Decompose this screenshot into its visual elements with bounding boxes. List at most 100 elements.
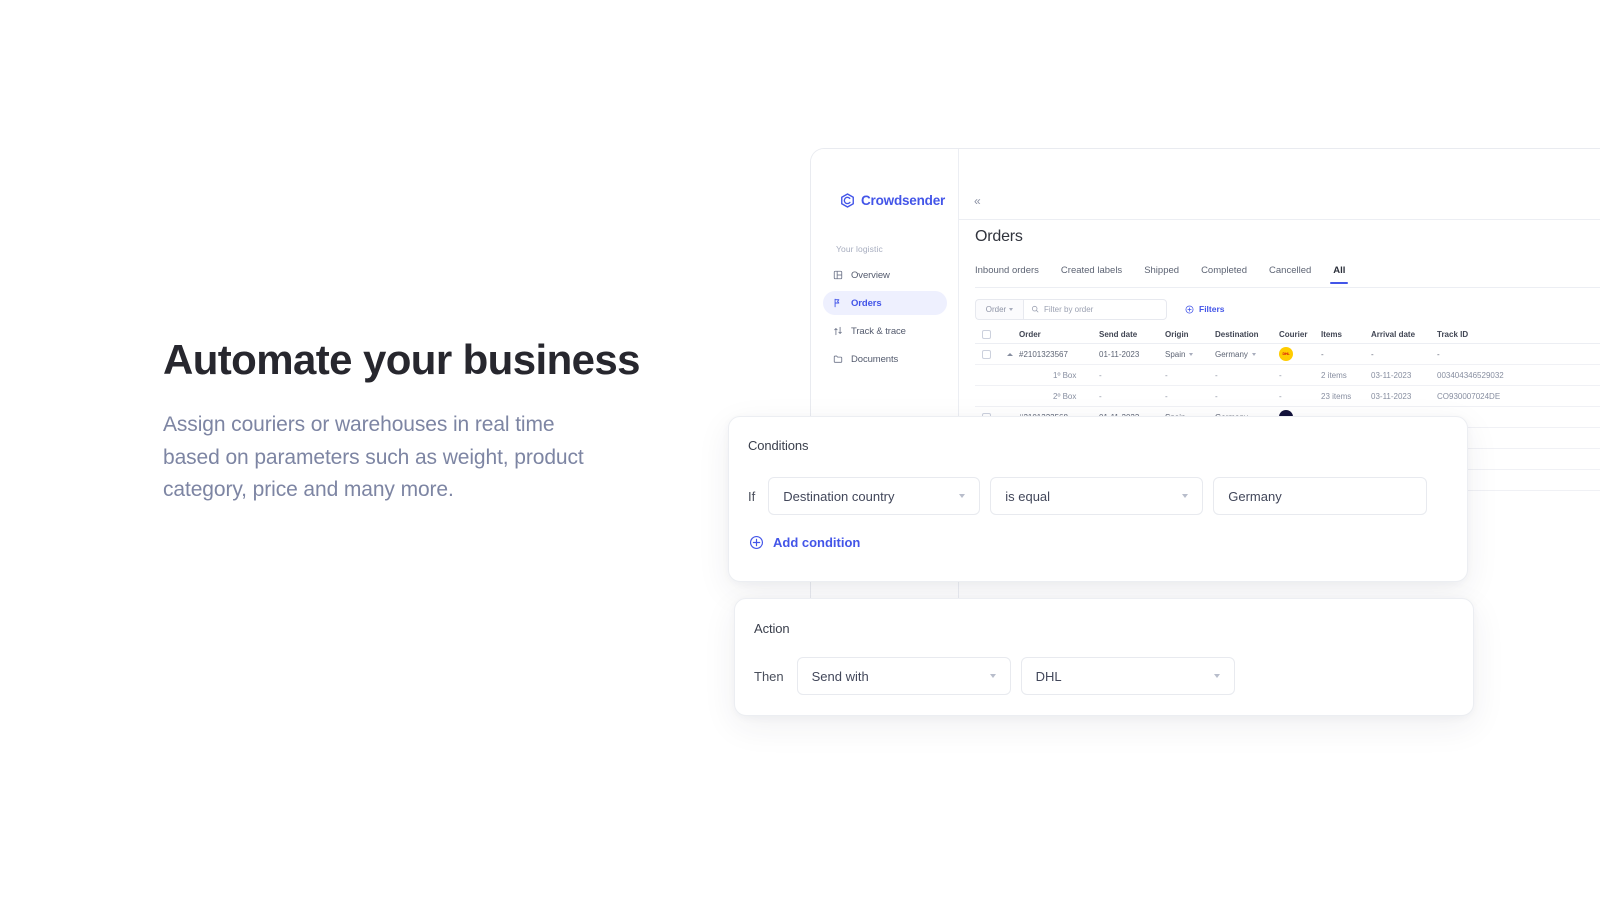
filters-button-label: Filters bbox=[1199, 304, 1225, 314]
plus-circle-icon bbox=[1185, 305, 1194, 313]
add-condition-button[interactable]: Add condition bbox=[749, 535, 860, 550]
row-checkbox[interactable] bbox=[982, 349, 991, 359]
chevron-down-icon bbox=[1009, 307, 1014, 311]
condition-row: If Destination country is equal Germany bbox=[748, 477, 1428, 515]
condition-operator-select[interactable]: is equal bbox=[990, 477, 1204, 515]
action-row: Then Send with DHL bbox=[754, 657, 1235, 695]
plus-circle-icon bbox=[749, 535, 764, 550]
tabs-divider bbox=[975, 287, 1600, 288]
search-icon bbox=[1031, 305, 1039, 313]
search-input[interactable]: Filter by order bbox=[1023, 298, 1167, 320]
column-header-track-id: Track ID bbox=[1437, 329, 1469, 339]
sidebar-item-label: Documents bbox=[851, 353, 899, 365]
select-all-checkbox-cell bbox=[975, 329, 1001, 339]
search-placeholder: Filter by order bbox=[1044, 304, 1094, 314]
order-type-select-label: Order bbox=[985, 304, 1007, 314]
action-panel: Action Then Send with DHL bbox=[734, 598, 1474, 716]
table-row[interactable]: 2º Box - - - - 23 items 03-11-2023 CO930… bbox=[975, 386, 1600, 407]
conditions-panel: Conditions If Destination country is equ… bbox=[728, 416, 1468, 582]
action-type-value: Send with bbox=[811, 668, 869, 684]
condition-value-input[interactable]: Germany bbox=[1213, 477, 1428, 515]
cell-courier: - bbox=[1279, 370, 1282, 380]
tab-cancelled[interactable]: Cancelled bbox=[1269, 265, 1311, 284]
column-header-items: Items bbox=[1321, 329, 1342, 339]
sidebar-heading: Your logistic bbox=[836, 244, 883, 254]
layout-dashboard-icon bbox=[833, 270, 843, 280]
header-divider bbox=[959, 219, 1600, 220]
cell-arrival-date: 03-11-2023 bbox=[1371, 370, 1412, 380]
select-all-checkbox[interactable] bbox=[982, 329, 991, 339]
chevron-up-icon[interactable] bbox=[1007, 352, 1013, 356]
cell-order: 1º Box bbox=[1053, 370, 1077, 380]
sidebar-item-label: Orders bbox=[851, 297, 882, 309]
cell-destination: - bbox=[1215, 370, 1218, 380]
action-carrier-select[interactable]: DHL bbox=[1020, 657, 1235, 695]
hero-copy: Automate your business Assign couriers o… bbox=[163, 336, 641, 507]
orders-filter-bar: Order Filter by order Filters bbox=[975, 298, 1600, 320]
sidebar-item-overview[interactable]: Overview bbox=[823, 263, 947, 287]
orders-page-title: Orders bbox=[975, 228, 1023, 245]
cell-origin[interactable]: Spain bbox=[1165, 350, 1215, 359]
tab-inbound-orders[interactable]: Inbound orders bbox=[975, 265, 1039, 284]
cell-arrival-date: - bbox=[1371, 349, 1374, 359]
column-header-order: Order bbox=[1019, 329, 1041, 339]
tab-all[interactable]: All bbox=[1330, 265, 1349, 284]
page-title: Automate your business bbox=[163, 336, 641, 383]
chevron-down-icon bbox=[1251, 352, 1256, 356]
table-row[interactable]: 1º Box - - - - 2 items 03-11-2023 003404… bbox=[975, 365, 1600, 386]
table-header-row: Order Send date Origin Destination Couri… bbox=[975, 325, 1600, 344]
cell-courier: - bbox=[1279, 391, 1282, 401]
filters-button[interactable]: Filters bbox=[1185, 304, 1225, 314]
order-type-select[interactable]: Order bbox=[975, 298, 1023, 320]
row-expand-cell bbox=[1001, 352, 1019, 356]
action-panel-heading: Action bbox=[754, 621, 790, 636]
condition-if-label: If bbox=[748, 488, 756, 504]
column-header-send-date: Send date bbox=[1099, 329, 1138, 339]
chevron-down-icon bbox=[989, 674, 996, 678]
cell-items: - bbox=[1321, 349, 1324, 359]
brand-logo[interactable]: Crowdsender bbox=[840, 193, 945, 208]
add-condition-label: Add condition bbox=[773, 535, 861, 550]
track-trace-icon bbox=[834, 326, 842, 336]
cell-items: 23 items bbox=[1321, 391, 1352, 401]
action-carrier-value: DHL bbox=[1035, 668, 1062, 684]
brand-name: Crowdsender bbox=[861, 193, 946, 208]
orders-tabs: Inbound orders Created labels Shipped Co… bbox=[975, 265, 1600, 287]
condition-value-text: Germany bbox=[1228, 488, 1282, 504]
cell-send-date: - bbox=[1099, 391, 1102, 401]
cell-destination: - bbox=[1215, 391, 1218, 401]
condition-attribute-select[interactable]: Destination country bbox=[768, 477, 981, 515]
action-then-label: Then bbox=[754, 668, 784, 684]
tab-shipped[interactable]: Shipped bbox=[1144, 265, 1179, 284]
cell-origin: - bbox=[1165, 370, 1168, 380]
cell-track-id: 003404346529032 bbox=[1437, 370, 1504, 380]
column-header-courier: Courier bbox=[1279, 329, 1308, 339]
cell-track-id: CO930007024DE bbox=[1437, 391, 1501, 401]
sidebar-item-orders[interactable]: Orders bbox=[823, 291, 947, 315]
cell-send-date: 01-11-2023 bbox=[1099, 349, 1140, 359]
hero-subtitle: Assign couriers or warehouses in real ti… bbox=[163, 413, 584, 502]
condition-attribute-value: Destination country bbox=[783, 488, 895, 504]
sidebar-item-label: Overview bbox=[851, 269, 890, 281]
sidebar-item-documents[interactable]: Documents bbox=[823, 347, 947, 371]
table-row[interactable]: #2101323567 01-11-2023 Spain Germany DHL… bbox=[975, 344, 1600, 365]
tab-completed[interactable]: Completed bbox=[1201, 265, 1247, 284]
action-type-select[interactable]: Send with bbox=[796, 657, 1011, 695]
sidebar-collapse-icon[interactable]: « bbox=[974, 195, 981, 207]
folder-icon bbox=[833, 355, 843, 363]
cell-destination[interactable]: Germany bbox=[1215, 350, 1279, 359]
condition-operator-value: is equal bbox=[1005, 488, 1051, 504]
cell-origin-label: Spain bbox=[1165, 349, 1186, 359]
cell-track-id: - bbox=[1437, 349, 1440, 359]
cell-items: 2 items bbox=[1321, 370, 1347, 380]
hexagon-c-logo-icon bbox=[841, 193, 854, 208]
courier-badge-dhl: DHL bbox=[1279, 347, 1293, 361]
cell-send-date: - bbox=[1099, 370, 1102, 380]
cell-order: #2101323567 bbox=[1019, 349, 1068, 359]
cell-destination-label: Germany bbox=[1215, 349, 1248, 359]
tab-created-labels[interactable]: Created labels bbox=[1061, 265, 1122, 284]
cell-arrival-date: 03-11-2023 bbox=[1371, 391, 1412, 401]
sidebar-item-track-trace[interactable]: Track & trace bbox=[823, 319, 947, 343]
conditions-panel-heading: Conditions bbox=[748, 438, 809, 453]
column-header-arrival-date: Arrival date bbox=[1371, 329, 1416, 339]
